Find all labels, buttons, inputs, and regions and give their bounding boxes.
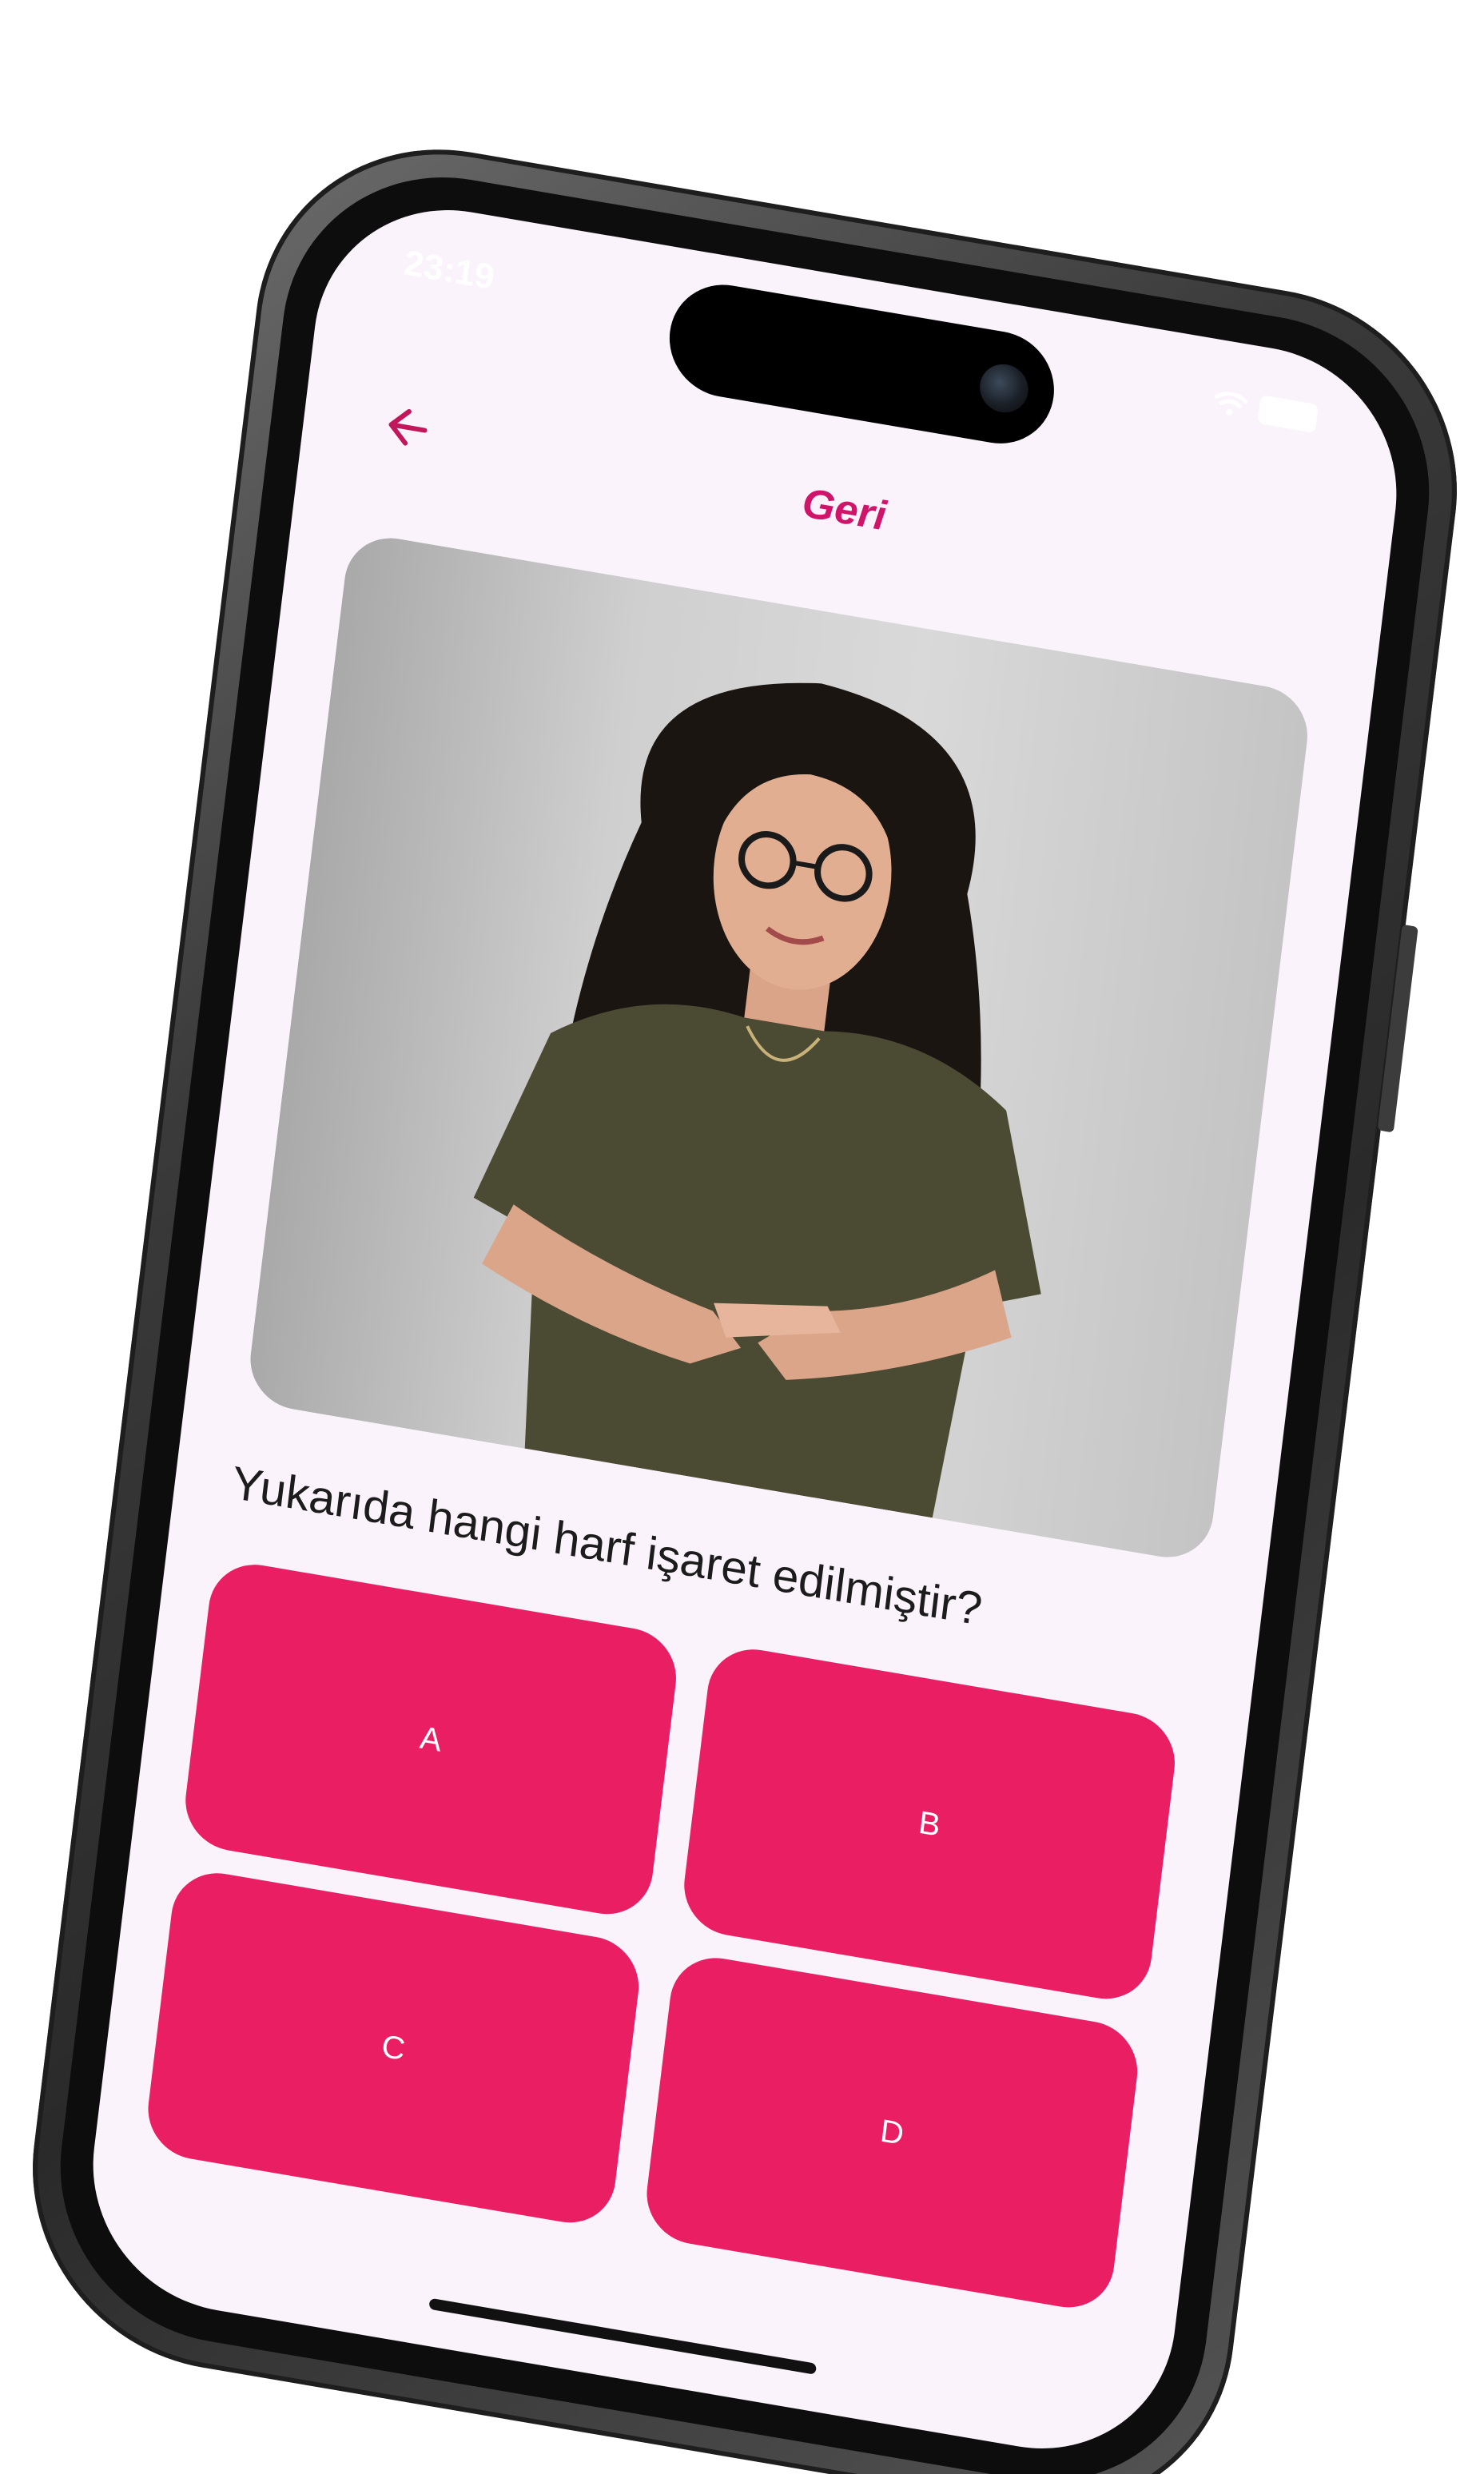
mockup-stage: 23:19 Geri Yukarıda hangi harf işaret ed… bbox=[0, 0, 1484, 2474]
answer-option-d[interactable]: D bbox=[641, 1951, 1143, 2315]
answer-grid: A B C D bbox=[142, 1557, 1200, 2326]
answer-option-a[interactable]: A bbox=[180, 1557, 682, 1922]
wifi-icon bbox=[1211, 389, 1250, 419]
answer-option-c[interactable]: C bbox=[142, 1865, 644, 2230]
status-time: 23:19 bbox=[402, 243, 497, 297]
sign-language-photo bbox=[245, 531, 1313, 1565]
dynamic-island bbox=[663, 276, 1060, 452]
front-camera-icon bbox=[977, 360, 1031, 416]
battery-icon bbox=[1257, 395, 1319, 434]
status-icons bbox=[1211, 387, 1319, 434]
phone-device: 23:19 Geri Yukarıda hangi harf işaret ed… bbox=[11, 120, 1478, 2474]
answer-option-b[interactable]: B bbox=[678, 1641, 1180, 2007]
person-signing-illustration bbox=[473, 682, 1041, 1518]
